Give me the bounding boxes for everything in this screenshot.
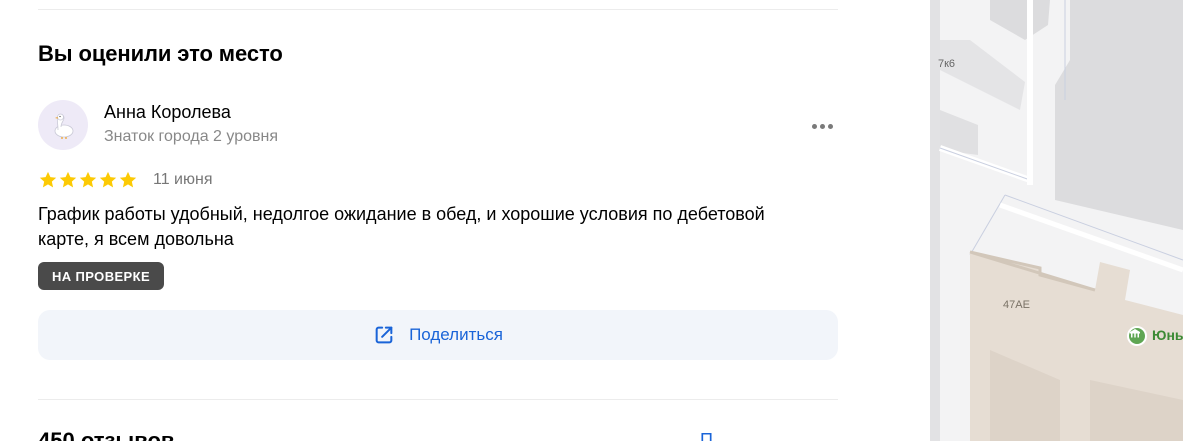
section-title: Вы оценили это место	[38, 41, 283, 66]
map-building-label: 7к6	[938, 58, 956, 70]
star-filled-icon	[39, 171, 57, 188]
goose-icon	[54, 113, 74, 139]
share-label: Поделиться	[409, 325, 503, 344]
star-filled-icon	[99, 171, 117, 188]
more-options-button[interactable]	[806, 114, 838, 138]
map[interactable]: 7к6 47АЕ Юны	[930, 0, 1183, 441]
bank-icon[interactable]	[1127, 326, 1147, 346]
more-dots-icon	[810, 123, 834, 129]
divider	[38, 399, 838, 400]
divider	[38, 9, 838, 10]
author-level: Знаток города 2 уровня	[104, 128, 279, 145]
map-poi-label[interactable]: Юны	[1152, 327, 1183, 343]
review-date: 11 июня	[153, 171, 213, 188]
reviews-link[interactable]: П	[700, 430, 713, 441]
rating-stars	[38, 170, 138, 190]
share-button[interactable]: Поделиться	[38, 310, 838, 360]
reviews-count: 450 отзывов	[38, 428, 175, 441]
star-filled-icon	[119, 171, 137, 188]
status-badge: НА ПРОВЕРКЕ	[38, 262, 164, 290]
star-filled-icon	[59, 171, 77, 188]
review-text: График работы удобный, недолгое ожидание…	[38, 204, 765, 249]
star-filled-icon	[79, 171, 97, 188]
review-panel: Вы оценили это место Анна Королева Знато…	[0, 0, 930, 441]
map-building-label: 47АЕ	[1003, 299, 1030, 311]
map-canvas	[930, 0, 1183, 441]
avatar[interactable]	[38, 100, 88, 150]
page: Вы оценили это место Анна Королева Знато…	[0, 0, 1183, 441]
share-icon	[375, 326, 393, 344]
author-name[interactable]: Анна Королева	[104, 102, 231, 123]
